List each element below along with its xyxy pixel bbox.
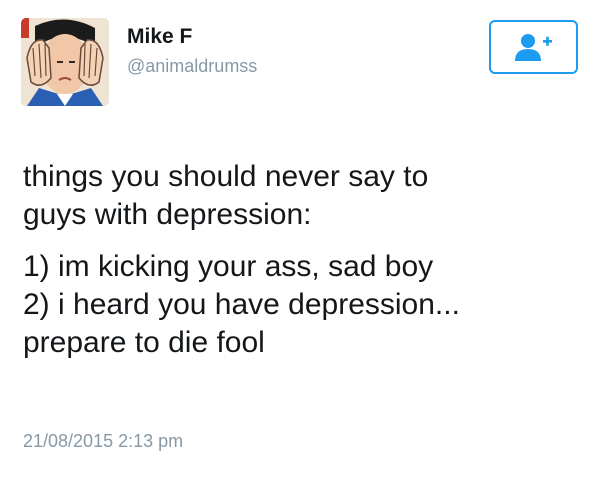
display-name[interactable]: Mike F: [127, 25, 192, 49]
tweet-card: Mike F @animaldrumss things you should n…: [0, 0, 600, 483]
tweet-line: prepare to die fool: [23, 326, 265, 359]
tweet-paragraph: 1) im kicking your ass, sad boy 2) i hea…: [23, 248, 583, 362]
avatar[interactable]: [21, 18, 109, 106]
tweet-timestamp[interactable]: 21/08/2015 2:13 pm: [23, 431, 183, 452]
tweet-text: things you should never say to guys with…: [23, 158, 583, 362]
tweet-line: 1) im kicking your ass, sad boy: [23, 250, 434, 283]
user-handle[interactable]: @animaldrumss: [127, 56, 257, 77]
tweet-line: guys with depression:: [23, 198, 312, 231]
tweet-line: 2) i heard you have depression...: [23, 288, 460, 321]
follow-button[interactable]: [489, 20, 578, 74]
avatar-image: [21, 18, 109, 106]
tweet-line: things you should never say to: [23, 160, 429, 193]
add-user-icon: [514, 34, 552, 61]
tweet-paragraph: things you should never say to guys with…: [23, 158, 583, 234]
